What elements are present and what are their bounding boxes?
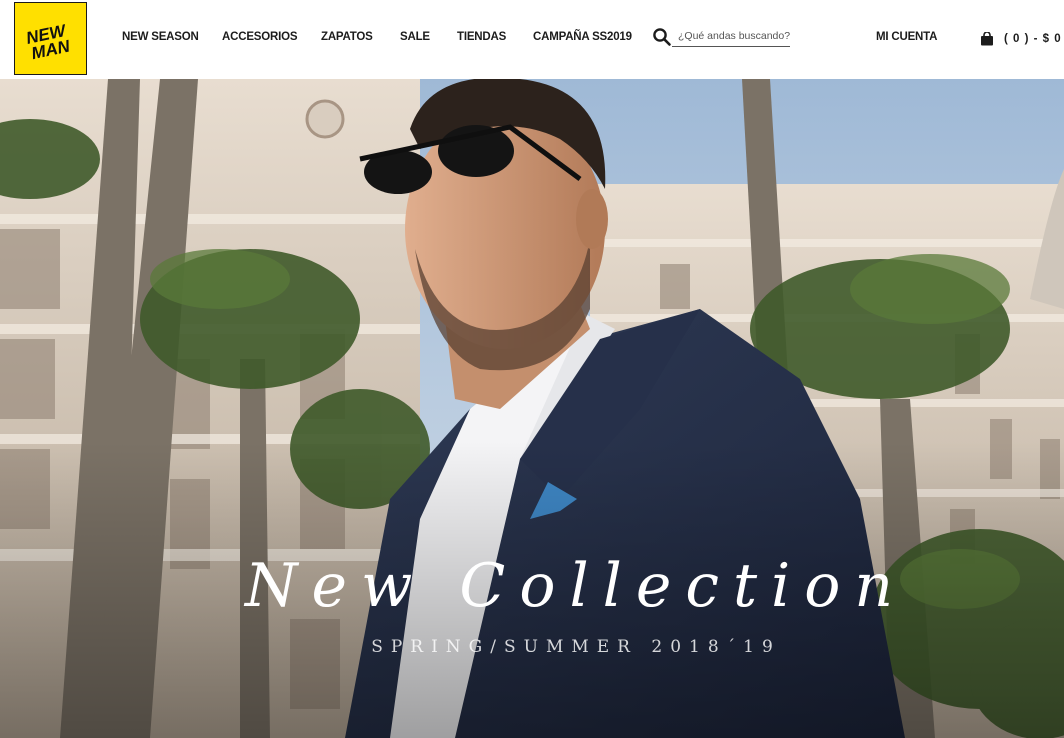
- nav-tiendas[interactable]: TIENDAS: [457, 31, 506, 47]
- hero-subtitle: SPRING/SUMMER 2018´19: [371, 637, 781, 657]
- cart-summary[interactable]: ( 0 ) - $ 0: [1004, 33, 1062, 45]
- my-account-link[interactable]: MI CUENTA: [876, 31, 937, 43]
- shopping-bag-icon[interactable]: [980, 31, 994, 46]
- nav-new-season[interactable]: NEW SEASON: [122, 31, 199, 47]
- hero-title: New Collection: [244, 551, 908, 621]
- search-input[interactable]: [672, 25, 790, 47]
- nav-accesorios[interactable]: ACCESORIOS: [222, 31, 298, 47]
- search-icon[interactable]: [652, 27, 672, 47]
- hero-banner[interactable]: New Collection SPRING/SUMMER 2018´19: [0, 79, 1064, 738]
- nav-zapatos[interactable]: ZAPATOS: [321, 31, 373, 47]
- nav-sale[interactable]: SALE: [400, 31, 430, 47]
- logo-mark: NEW MAN: [24, 21, 72, 63]
- nav-campana-ss2019[interactable]: CAMPAÑA SS2019: [533, 31, 632, 47]
- brand-logo[interactable]: NEW MAN: [14, 2, 87, 75]
- site-header: NEW MAN NEW SEASON ACCESORIOS ZAPATOS SA…: [0, 0, 1064, 79]
